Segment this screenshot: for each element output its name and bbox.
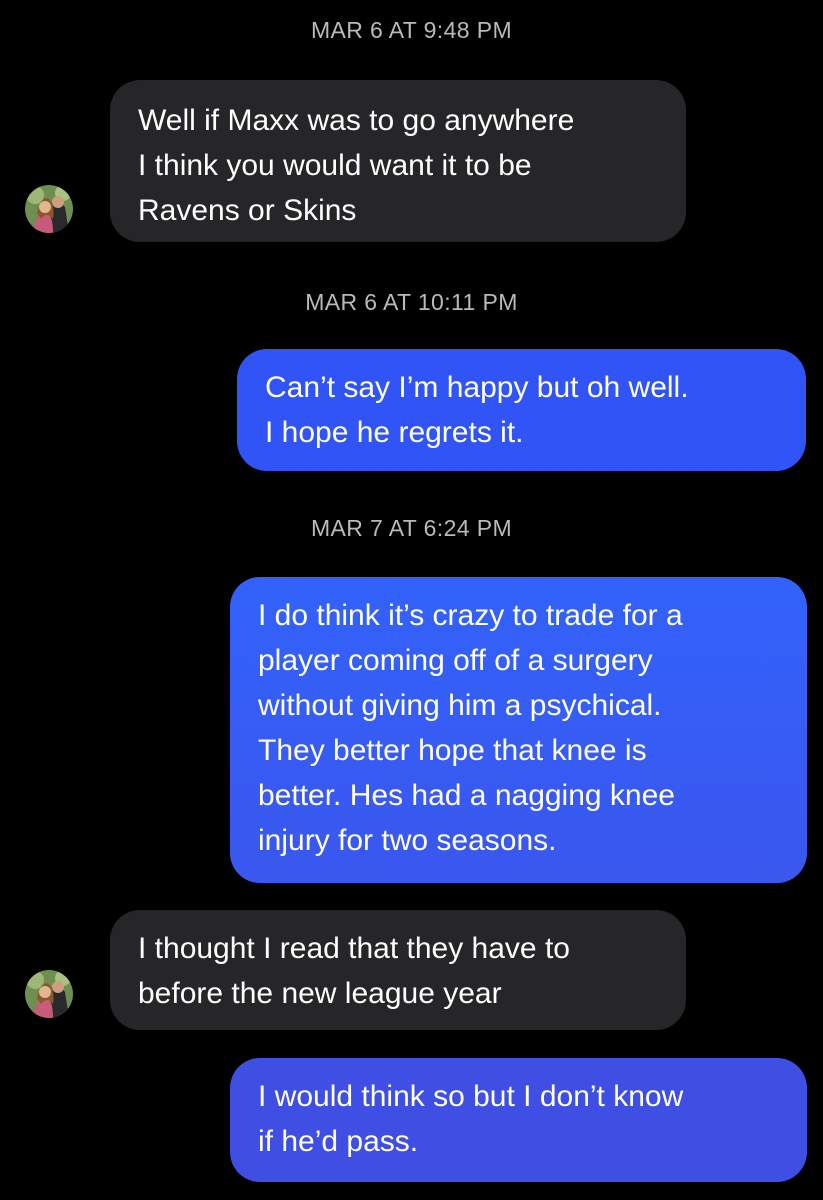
avatar-photo-icon: [25, 185, 73, 233]
received-message-bubble[interactable]: Well if Maxx was to go anywhere I think …: [110, 80, 686, 242]
message-timestamp: MAR 6 AT 10:11 PM: [305, 289, 518, 315]
avatar-photo-icon: [25, 970, 73, 1018]
message-timestamp: MAR 7 AT 6:24 PM: [310, 515, 513, 541]
contact-avatar[interactable]: [25, 970, 73, 1018]
message-timestamp: MAR 6 AT 9:48 PM: [310, 17, 513, 43]
received-message-bubble[interactable]: I thought I read that they have to befor…: [110, 910, 686, 1030]
sent-message-bubble[interactable]: I would think so but I don’t know if he’…: [230, 1058, 807, 1182]
contact-avatar[interactable]: [25, 185, 73, 233]
sent-message-bubble[interactable]: I do think it’s crazy to trade for a pla…: [230, 577, 807, 883]
sent-message-bubble[interactable]: Can’t say I’m happy but oh well. I hope …: [237, 349, 806, 471]
